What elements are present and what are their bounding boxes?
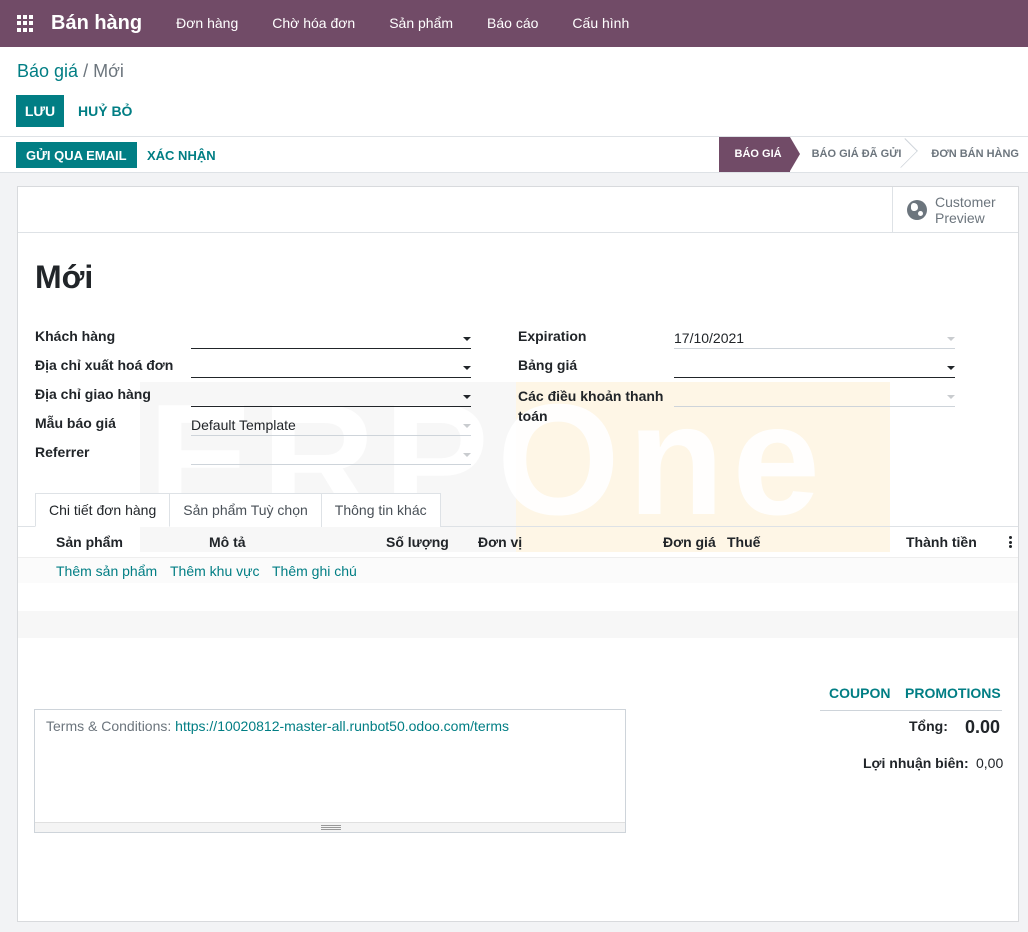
menu-configuration[interactable]: Cấu hình [555, 0, 646, 47]
delivery-address-label: Địa chỉ giao hàng [35, 386, 151, 402]
form-sheet: Customer Preview ERPOne Mới Khách hàng Đị… [17, 186, 1019, 922]
referrer-label: Referrer [35, 444, 90, 460]
quotation-template-field[interactable]: Default Template [191, 416, 471, 436]
customer-preview-button[interactable]: Customer Preview [892, 187, 1018, 233]
tab-other-info[interactable]: Thông tin khác [320, 493, 441, 527]
quotation-template-label: Mẫu báo giá [35, 415, 116, 431]
chevron-down-icon [463, 395, 471, 399]
empty-row [18, 611, 1018, 638]
chevron-down-icon [947, 366, 955, 370]
add-note-link[interactable]: Thêm ghi chú [272, 563, 357, 579]
margin-value: 0,00 [976, 755, 1004, 771]
grip-icon [321, 825, 341, 830]
chevron-down-icon [947, 395, 955, 399]
button-box: Customer Preview [18, 187, 1018, 233]
menu-orders[interactable]: Đơn hàng [159, 0, 255, 47]
tab-order-lines[interactable]: Chi tiết đơn hàng [35, 493, 171, 527]
menu-products[interactable]: Sản phẩm [372, 0, 470, 47]
totals-divider [820, 710, 1002, 711]
column-product[interactable]: Sản phẩm [56, 534, 123, 550]
add-section-link[interactable]: Thêm khu vực [170, 563, 260, 579]
order-lines-add-row: Thêm sản phẩm Thêm khu vực Thêm ghi chú [18, 557, 1018, 583]
app-title[interactable]: Bán hàng [51, 12, 142, 35]
column-subtotal[interactable]: Thành tiền [906, 534, 977, 550]
column-uom[interactable]: Đơn vị [478, 534, 522, 550]
status-stages: BÁO GIÁ BÁO GIÁ ĐÃ GỬI ĐƠN BÁN HÀNG [718, 137, 1028, 172]
terms-and-conditions-field[interactable]: Terms & Conditions: https://10020812-mas… [34, 709, 626, 833]
expiration-label: Expiration [518, 328, 587, 344]
control-panel: Báo giá / Mới LƯU HUỶ BỎ [0, 47, 1028, 137]
chevron-down-icon [463, 337, 471, 341]
breadcrumb-parent[interactable]: Báo giá [17, 61, 78, 81]
tab-optional-products[interactable]: Sản phẩm Tuỳ chọn [169, 493, 322, 527]
record-title: Mới [35, 259, 94, 295]
terms-text: Terms & Conditions: https://10020812-mas… [46, 718, 510, 734]
delivery-address-field[interactable] [191, 387, 471, 407]
globe-icon [907, 200, 927, 220]
invoice-address-field[interactable] [191, 358, 471, 378]
optional-columns-icon[interactable] [1009, 536, 1012, 548]
menu-to-invoice[interactable]: Chờ hóa đơn [255, 0, 372, 47]
column-quantity[interactable]: Số lượng [386, 534, 449, 550]
chevron-down-icon [947, 337, 955, 341]
save-button[interactable]: LƯU [16, 95, 64, 127]
margin-label: Lợi nhuận biên: [863, 755, 969, 771]
breadcrumb-separator: / [78, 61, 94, 81]
top-navbar: Bán hàng Đơn hàng Chờ hóa đơn Sản phẩm B… [0, 0, 1028, 47]
send-by-email-button[interactable]: GỬI QUA EMAIL [16, 142, 137, 168]
breadcrumb: Báo giá / Mới [17, 61, 124, 82]
customer-field[interactable] [191, 329, 471, 349]
promotions-button[interactable]: PROMOTIONS [905, 685, 1001, 701]
stage-quotation-sent[interactable]: BÁO GIÁ ĐÃ GỬI [790, 137, 919, 172]
stage-quotation[interactable]: BÁO GIÁ [718, 137, 800, 172]
resize-handle[interactable] [35, 822, 625, 832]
payment-terms-field[interactable] [674, 387, 955, 407]
chevron-down-icon [463, 424, 471, 428]
invoice-address-label: Địa chỉ xuất hoá đơn [35, 357, 174, 373]
coupon-button[interactable]: COUPON [829, 685, 890, 701]
chevron-down-icon [463, 366, 471, 370]
pricelist-field[interactable] [674, 358, 955, 378]
expiration-field[interactable]: 17/10/2021 [674, 329, 955, 349]
payment-terms-label: Các điều khoản thanh toán [518, 388, 664, 424]
terms-link[interactable]: https://10020812-master-all.runbot50.odo… [175, 718, 509, 734]
apps-menu-icon[interactable] [17, 14, 35, 33]
total-value: 0.00 [965, 717, 1001, 737]
column-unit-price[interactable]: Đơn giá [663, 534, 716, 550]
total-label: Tổng: [909, 718, 948, 734]
pricelist-label: Bảng giá [518, 357, 578, 373]
chevron-down-icon [463, 453, 471, 457]
column-description[interactable]: Mô tả [209, 534, 246, 550]
add-product-link[interactable]: Thêm sản phẩm [56, 563, 157, 579]
confirm-button[interactable]: XÁC NHẬN [140, 142, 223, 168]
notebook-tabs: Chi tiết đơn hàng Sản phẩm Tuỳ chọn Thôn… [35, 493, 441, 527]
customer-preview-label: Customer Preview [935, 194, 996, 226]
column-taxes[interactable]: Thuế [727, 534, 760, 550]
discard-button[interactable]: HUỶ BỎ [70, 95, 140, 127]
breadcrumb-current: Mới [93, 61, 124, 81]
referrer-field[interactable] [191, 445, 471, 465]
statusbar: GỬI QUA EMAIL XÁC NHẬN BÁO GIÁ BÁO GIÁ Đ… [0, 137, 1028, 173]
stage-sales-order[interactable]: ĐƠN BÁN HÀNG [909, 137, 1028, 172]
order-lines-header: Sản phẩm Mô tả Số lượng Đơn vị Đơn giá T… [18, 527, 1018, 557]
customer-label: Khách hàng [35, 328, 116, 344]
menu-reporting[interactable]: Báo cáo [470, 0, 555, 47]
